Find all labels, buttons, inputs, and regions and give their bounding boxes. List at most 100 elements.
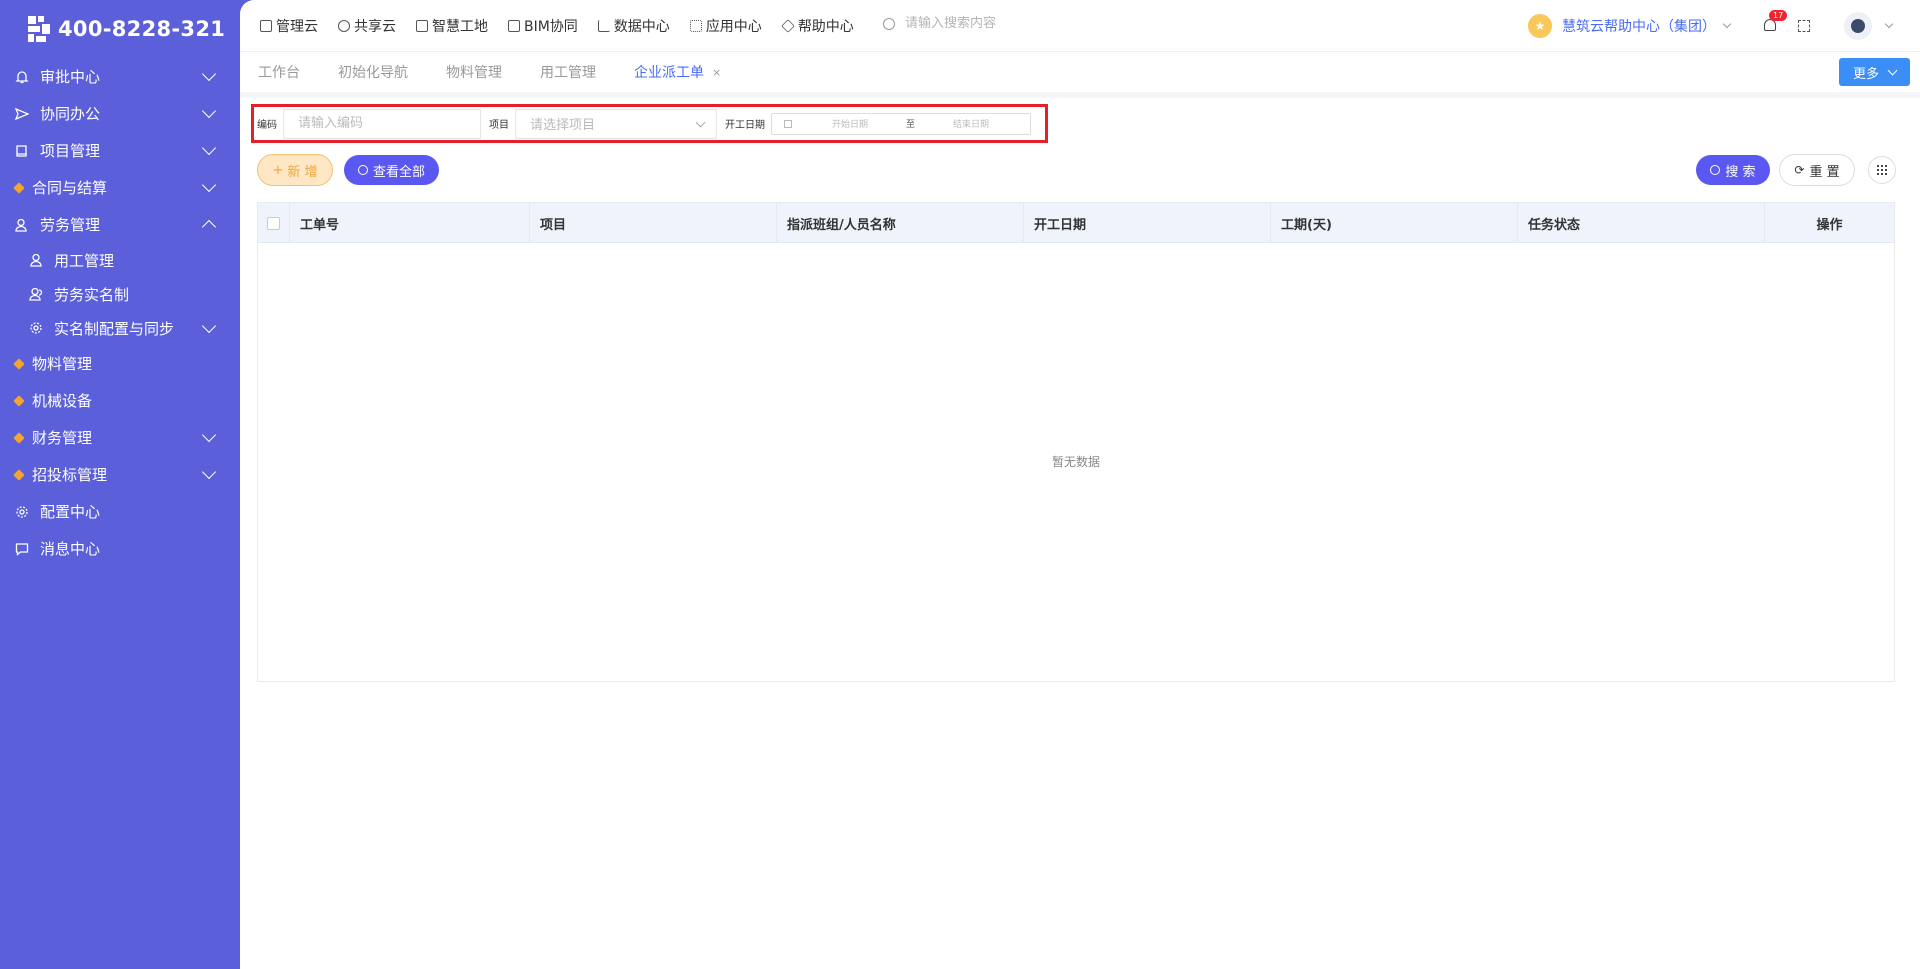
topnav-manage-cloud[interactable]: 管理云 [260, 16, 318, 36]
top-right-area: ★ 慧筑云帮助中心（集团） 17 [1528, 10, 1894, 40]
plus-icon: + [272, 162, 284, 178]
search-input[interactable] [905, 16, 1105, 31]
column-header[interactable]: 开工日期 [1024, 203, 1271, 243]
sidebar-item-label: 机械设备 [32, 392, 93, 410]
topnav-help-center[interactable]: 帮助中心 [781, 16, 854, 36]
user-icon [14, 217, 30, 233]
sidebar-item-material[interactable]: 物料管理 [0, 345, 240, 382]
chevron-down-icon[interactable] [1884, 19, 1894, 29]
user-icon [28, 252, 44, 268]
calendar-icon [784, 119, 792, 128]
topnav-share-cloud[interactable]: 共享云 [338, 16, 396, 36]
avatar-icon [1851, 19, 1865, 33]
logo-text: 400-8228-321 [58, 17, 226, 41]
book-icon [14, 143, 30, 159]
tab-label: 企业派工单 [634, 65, 704, 81]
search-icon [1710, 165, 1721, 175]
tab-workbench[interactable]: 工作台 [258, 62, 300, 82]
view-all-button[interactable]: 查看全部 [344, 155, 439, 185]
main-panel: 管理云 共享云 智慧工地 BIM协同 数据中心 应用中心 帮助中心 ★ 慧筑云帮… [240, 0, 1920, 969]
bell-icon [14, 69, 30, 85]
sidebar-subitem-realname-config[interactable]: 实名制配置与同步 [0, 311, 240, 345]
grid-icon [1877, 165, 1887, 175]
tab-init-nav[interactable]: 初始化导航 [338, 62, 408, 82]
sidebar-item-machinery[interactable]: 机械设备 [0, 382, 240, 419]
project-select[interactable]: 请选择项目 [515, 108, 717, 139]
sidebar-item-finance[interactable]: 财务管理 [0, 419, 240, 456]
column-header[interactable]: 工期(天) [1271, 203, 1518, 243]
grid-icon [689, 19, 702, 32]
column-header[interactable]: 项目 [530, 203, 777, 243]
column-settings-button[interactable] [1868, 156, 1896, 184]
org-switcher[interactable]: ★ 慧筑云帮助中心（集团） [1528, 14, 1732, 38]
document-icon [260, 19, 272, 32]
chevron-down-icon [201, 318, 217, 333]
topnav-bim[interactable]: BIM协同 [508, 16, 578, 36]
sidebar-item-message[interactable]: 消息中心 [0, 530, 240, 567]
sidebar-item-config[interactable]: 配置中心 [0, 493, 240, 530]
sidebar-item-label: 劳务实名制 [54, 285, 130, 304]
column-header[interactable]: 任务状态 [1518, 203, 1765, 243]
sidebar-item-bidding[interactable]: 招投标管理 [0, 456, 240, 493]
range-separator: 至 [906, 120, 916, 130]
sidebar-subitem-employment[interactable]: 用工管理 [0, 243, 240, 277]
chevron-down-icon [1887, 65, 1898, 75]
chevron-down-icon [695, 117, 706, 127]
search-icon [883, 17, 895, 30]
refresh-icon: ⟳ [1794, 163, 1805, 177]
sidebar-item-label: 物料管理 [32, 355, 93, 373]
chevron-down-icon [201, 66, 217, 82]
date-range-picker[interactable]: 开始日期 至 结束日期 [771, 112, 1031, 135]
add-button[interactable]: + 新 增 [257, 154, 333, 186]
top-bar: 管理云 共享云 智慧工地 BIM协同 数据中心 应用中心 帮助中心 ★ 慧筑云帮… [240, 0, 1920, 52]
topnav-smart-site[interactable]: 智慧工地 [416, 16, 488, 36]
search-button[interactable]: 搜 索 [1696, 155, 1770, 185]
topnav-app-center[interactable]: 应用中心 [689, 16, 762, 36]
chevron-down-icon [201, 464, 217, 480]
end-date[interactable]: 结束日期 [953, 117, 989, 130]
tab-material[interactable]: 物料管理 [446, 62, 502, 82]
close-icon[interactable]: × [712, 66, 721, 79]
folder-icon [508, 19, 520, 32]
send-icon [14, 106, 30, 122]
global-search [883, 16, 1105, 31]
fullscreen-icon[interactable] [1798, 20, 1810, 32]
sidebar-item-label: 劳务管理 [40, 216, 101, 234]
chevron-down-icon [201, 103, 217, 119]
tab-dispatch-order[interactable]: 企业派工单 × [634, 62, 721, 82]
search-icon [357, 165, 368, 175]
page-tabs: 工作台 初始化导航 物料管理 用工管理 企业派工单 × 更多 [240, 52, 1920, 92]
tab-employment[interactable]: 用工管理 [540, 62, 596, 82]
sidebar-nav: 审批中心 协同办公 项目管理 合同与结算 劳务管理 用工管理 劳务实名制 实名制… [0, 58, 240, 567]
topnav-data-center[interactable]: 数据中心 [597, 16, 670, 36]
reset-button[interactable]: ⟳ 重 置 [1779, 154, 1855, 186]
code-input[interactable] [283, 108, 481, 139]
date-label: 开工日期 [725, 120, 765, 131]
sidebar-item-collab[interactable]: 协同办公 [0, 95, 240, 132]
chevron-down-icon [201, 177, 217, 193]
column-header[interactable]: 工单号 [290, 203, 530, 243]
top-nav: 管理云 共享云 智慧工地 BIM协同 数据中心 应用中心 帮助中心 [260, 16, 854, 36]
chevron-up-icon [201, 219, 217, 234]
dispatch-order-table: 工单号 项目 指派班组/人员名称 开工日期 工期(天) 任务状态 操作 暂无数据 [257, 202, 1895, 682]
project-label: 项目 [489, 120, 509, 131]
message-icon [14, 541, 30, 557]
sidebar-item-label: 招投标管理 [32, 466, 108, 484]
sidebar: 400-8228-321 审批中心 协同办公 项目管理 合同与结算 劳务管理 用… [0, 0, 240, 969]
select-all-checkbox[interactable] [267, 216, 280, 230]
org-name: 慧筑云帮助中心（集团） [1562, 19, 1716, 35]
column-header[interactable]: 指派班组/人员名称 [777, 203, 1024, 243]
sidebar-item-project[interactable]: 项目管理 [0, 132, 240, 169]
bar-chart-icon [597, 19, 610, 32]
start-date[interactable]: 开始日期 [832, 117, 868, 130]
sidebar-subitem-realname[interactable]: 劳务实名制 [0, 277, 240, 311]
more-button[interactable]: 更多 [1838, 58, 1910, 86]
sidebar-item-contract[interactable]: 合同与结算 [0, 169, 240, 206]
users-icon [28, 286, 44, 302]
notification-bell[interactable]: 17 [1762, 10, 1788, 34]
avatar[interactable] [1844, 12, 1872, 40]
logo-icon [24, 14, 54, 44]
sidebar-item-approval[interactable]: 审批中心 [0, 58, 240, 95]
sidebar-item-labor[interactable]: 劳务管理 [0, 206, 240, 243]
divider [240, 92, 1920, 98]
